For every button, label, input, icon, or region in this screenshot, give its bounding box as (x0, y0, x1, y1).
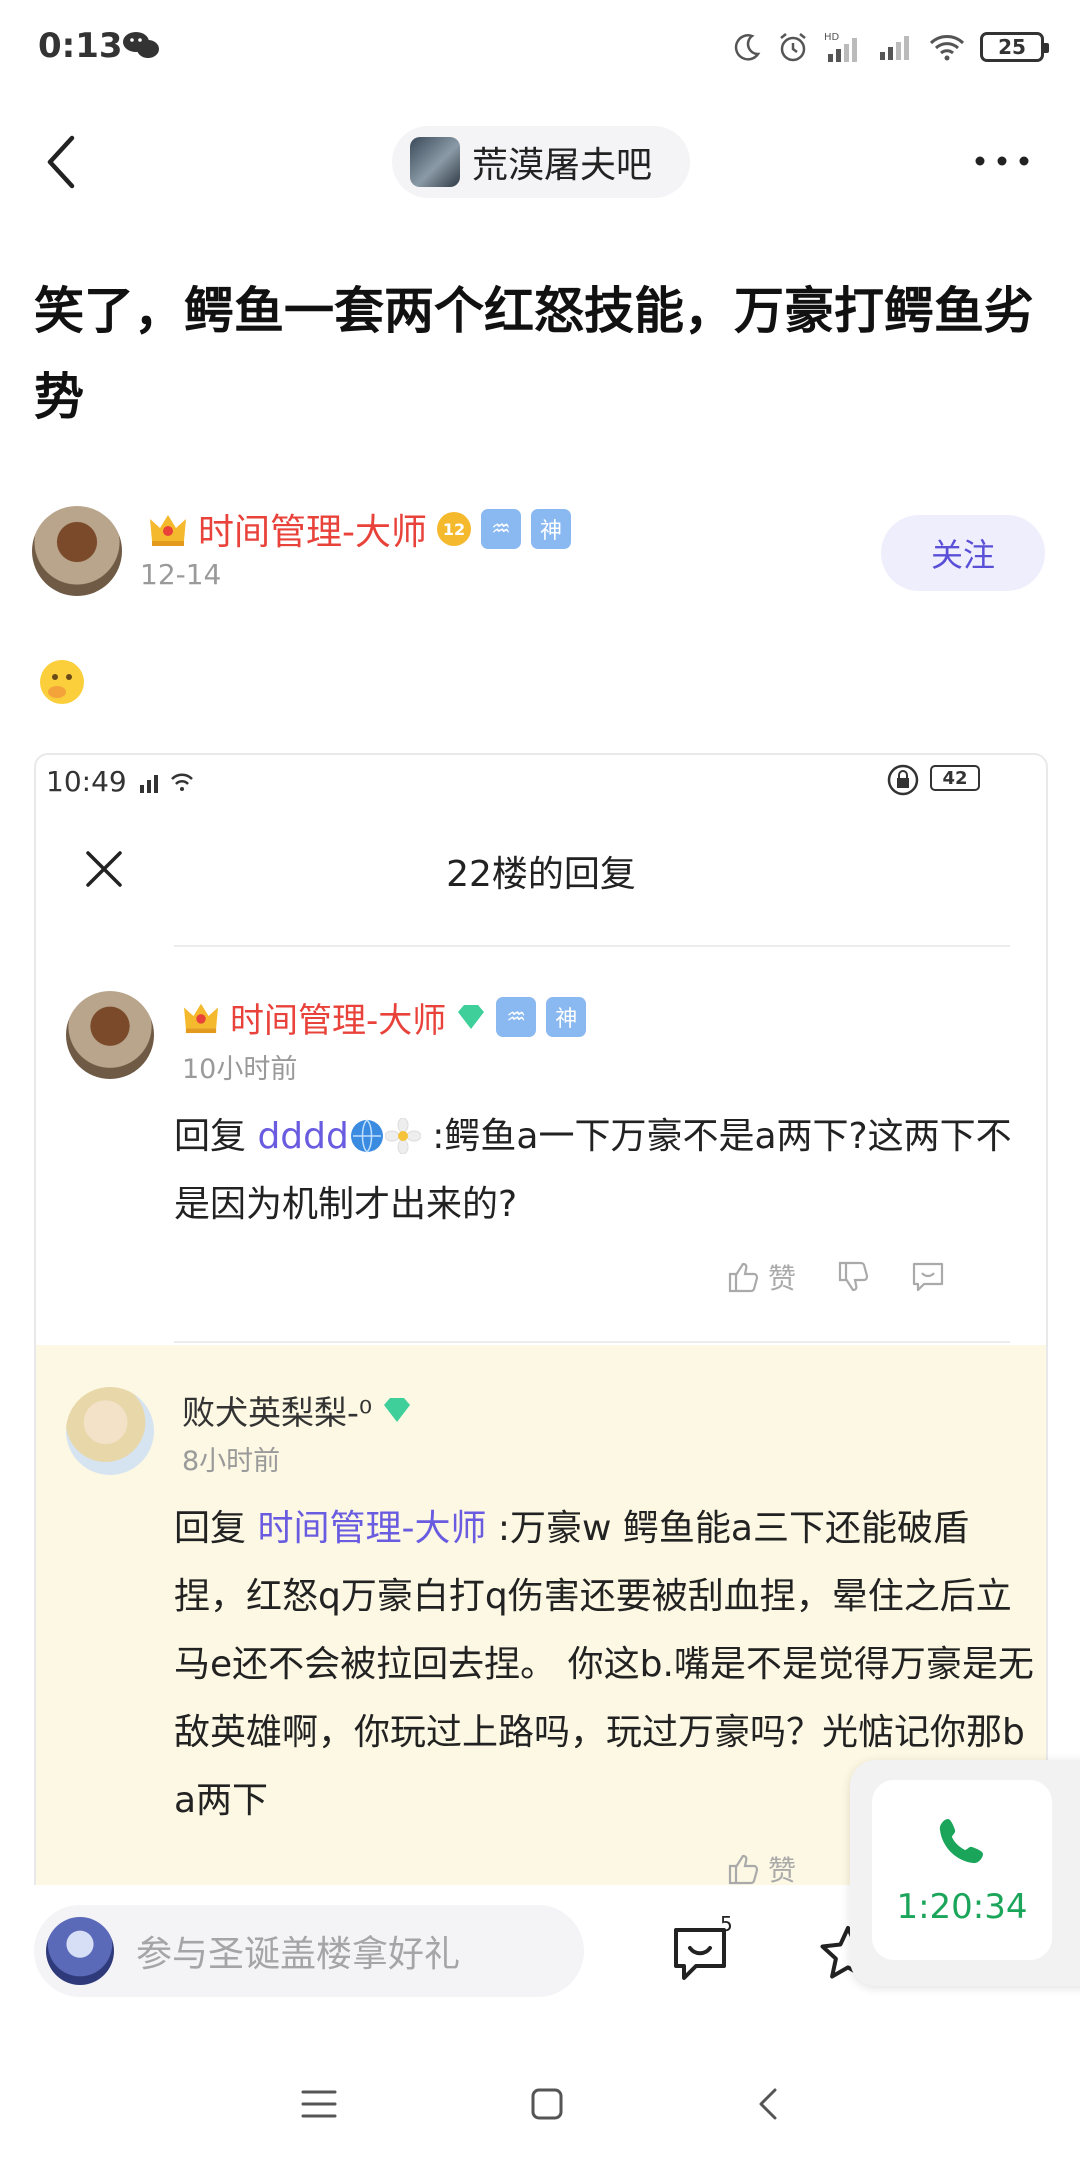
svg-text:HD: HD (824, 32, 840, 43)
god-badge: 神 (531, 509, 571, 549)
phone-icon (939, 1819, 983, 1864)
diamond-icon (384, 1398, 411, 1422)
forum-avatar (410, 137, 460, 187)
nav-back-icon[interactable] (755, 2086, 781, 2122)
comment-icon[interactable] (910, 1260, 946, 1294)
reply2-avatar (66, 1387, 154, 1475)
diamond-icon (458, 1005, 485, 1029)
follow-button[interactable]: 关注 (881, 515, 1045, 591)
post-title: 笑了，鳄鱼一套两个红怒技能，万豪打鳄鱼劣势 (34, 282, 1034, 426)
signal-hd-icon: HD (824, 32, 857, 62)
screenshot-title: 22楼的回复 (446, 854, 636, 895)
forum-name: 荒漠屠夫吧 (472, 145, 653, 186)
divider (174, 1341, 1010, 1343)
author-avatar[interactable] (32, 506, 122, 596)
screenshot-signal-icon (140, 773, 193, 793)
reply-input[interactable]: 参与圣诞盖楼拿好礼 (34, 1905, 584, 1997)
comment-count: 5 (720, 1912, 733, 1936)
like-label: 赞 (768, 1262, 797, 1295)
wechat-icon (123, 32, 159, 58)
crown-icon (150, 515, 186, 546)
call-card[interactable]: 1:20:34 (872, 1780, 1052, 1960)
battery-indicator: 25 (980, 32, 1049, 62)
reply1-author: 时间管理-大师 (230, 1000, 447, 1041)
call-duration: 1:20:34 (896, 1887, 1028, 1927)
reply2-reply-to: 时间管理-大师 (257, 1508, 487, 1549)
reply2-prefix: 回复 (174, 1508, 258, 1549)
author-row: 时间管理-大师 12 ♒ 神 (148, 503, 571, 555)
menu-icon[interactable] (299, 2087, 339, 2121)
system-navbar (0, 2050, 1080, 2158)
globe-icon (350, 1119, 383, 1153)
reply1-avatar (66, 991, 154, 1079)
reply2-author-row: 败犬英梨梨-⁰ (182, 1387, 412, 1433)
reply2-author: 败犬英梨梨-⁰ (182, 1393, 373, 1432)
status-time: 0:13 (38, 26, 123, 66)
reply1-actions: 赞 (726, 1257, 946, 1297)
forum-pill[interactable]: 荒漠屠夫吧 (392, 126, 690, 198)
signal-icon (880, 36, 909, 60)
call-overlay[interactable]: 1:20:34 (850, 1760, 1080, 1986)
user-avatar (46, 1917, 114, 1985)
more-options-icon[interactable] (972, 146, 1032, 176)
aquarius-badge: ♒ (481, 509, 521, 549)
aquarius-badge: ♒ (496, 997, 537, 1037)
like-button[interactable]: 赞 (726, 1849, 796, 1889)
alarm-icon (780, 33, 806, 62)
reply1-reply-to: dddd (257, 1116, 349, 1157)
flower-icon (384, 1117, 422, 1155)
screenshot-battery: 42 (930, 765, 980, 791)
screenshot-time: 10:49 (46, 765, 127, 798)
level-badge: 12 (437, 512, 471, 546)
thinking-emoji-icon (40, 660, 84, 704)
reply2-actions: 赞 (726, 1849, 796, 1889)
moon-icon (734, 34, 761, 61)
reply1-time: 10小时前 (182, 1054, 298, 1085)
home-icon[interactable] (529, 2086, 565, 2122)
status-icons: HD 25 (732, 24, 1049, 70)
screenshot-card[interactable]: 10:49 42 22楼的回复 时间管理-大师 ♒ 神 10小时前 回复 ddd… (34, 753, 1048, 1897)
wifi-icon (929, 35, 965, 61)
reply1-prefix: 回复 (174, 1116, 258, 1157)
like-button[interactable]: 赞 (726, 1257, 796, 1297)
thumbs-up-icon (728, 1262, 759, 1293)
crown-icon (184, 1003, 218, 1034)
god-badge: 神 (546, 997, 587, 1037)
reply1-author-row: 时间管理-大师 ♒ 神 (182, 993, 587, 1041)
reply1-text: 回复 dddd :鳄鱼a一下万豪不是a两下?这两下不是因为机制才出来的? (174, 1103, 1014, 1239)
author-name[interactable]: 时间管理-大师 (198, 503, 427, 555)
divider (174, 945, 1010, 947)
post-date: 12-14 (140, 558, 222, 591)
thumbs-down-icon[interactable] (836, 1260, 870, 1294)
screenshot-lock-icon (887, 764, 919, 796)
like-label: 赞 (768, 1854, 797, 1887)
thumbs-up-icon (728, 1854, 759, 1885)
back-button[interactable] (42, 132, 82, 192)
reply2-time: 8小时前 (182, 1446, 281, 1477)
reply-input-placeholder: 参与圣诞盖楼拿好礼 (136, 1934, 461, 1975)
